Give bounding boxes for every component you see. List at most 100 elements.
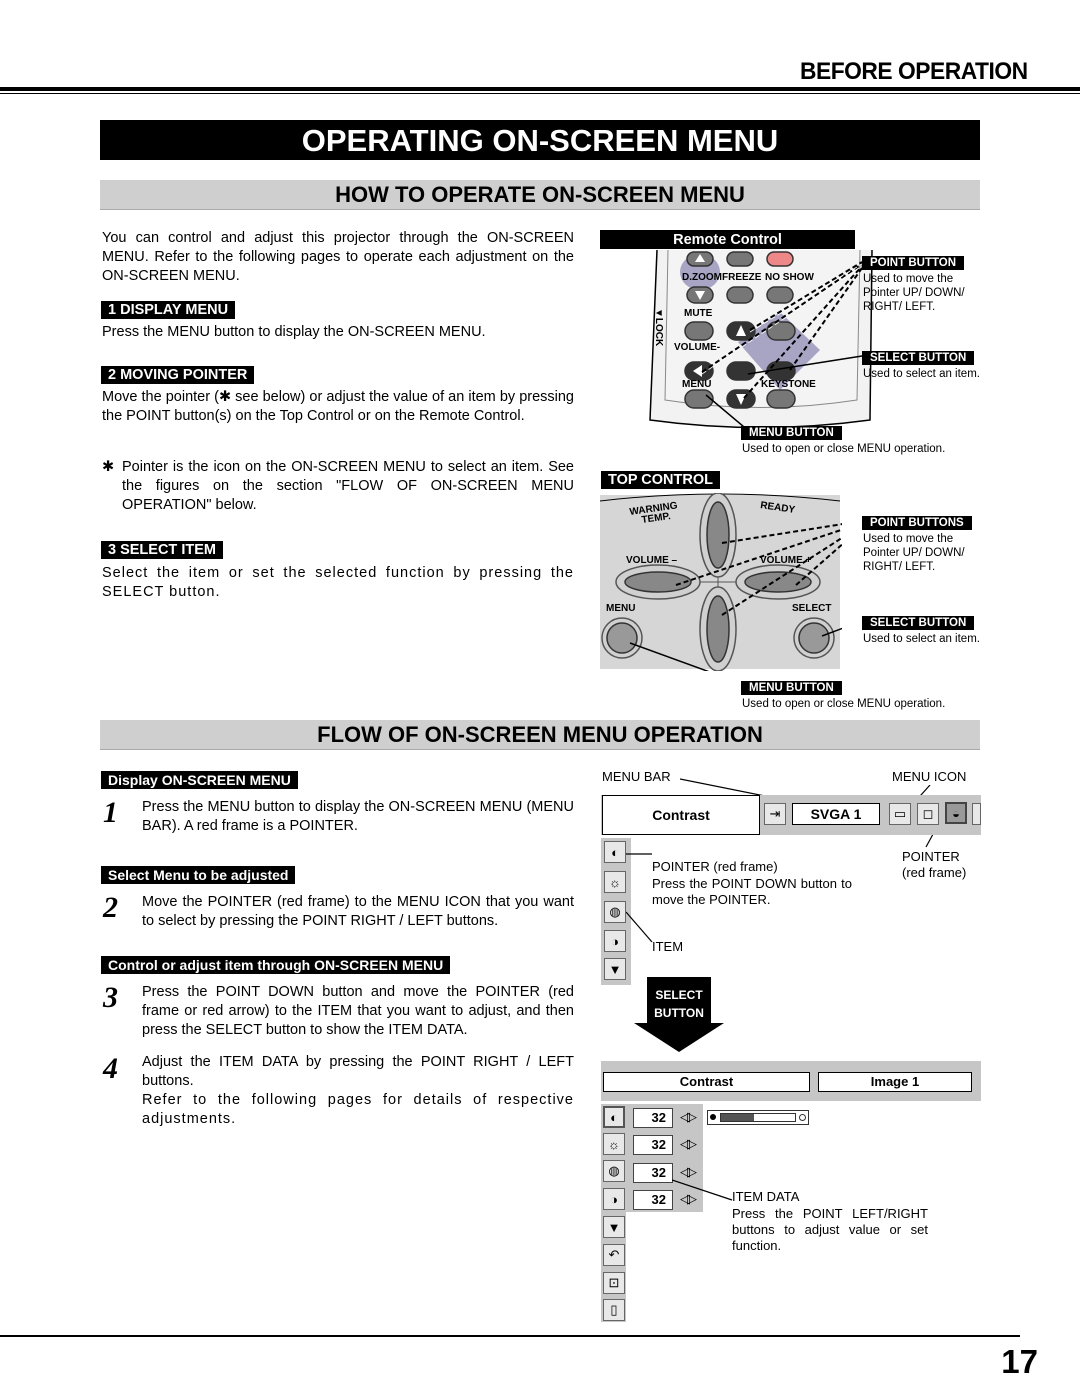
osd-item-name: Contrast xyxy=(602,795,760,835)
svg-text:FREEZE: FREEZE xyxy=(722,272,762,283)
note-text: Pointer is the icon on the ON-SCREEN MEN… xyxy=(122,459,574,513)
osd2-item-name: Contrast xyxy=(603,1072,810,1092)
adjust-arrows-icon[interactable]: ◁▷ xyxy=(680,1136,697,1152)
flow-title: FLOW OF ON-SCREEN MENU OPERATION xyxy=(100,720,980,750)
flow-tag-control-adjust: Control or adjust item through ON-SCREEN… xyxy=(101,956,451,974)
value-brightness: 32 xyxy=(633,1135,673,1155)
more-icon[interactable] xyxy=(972,803,981,825)
note-mark: ✱ xyxy=(102,459,115,475)
step-text-display-menu: Press the MENU button to display the ON-… xyxy=(102,324,486,340)
item-data-desc: Press the POINT LEFT/RIGHT buttons to ad… xyxy=(732,1206,928,1253)
osd2-mode: Image 1 xyxy=(818,1072,972,1092)
brightness-icon[interactable]: ☼ xyxy=(604,871,626,893)
tint-icon[interactable]: ◑ xyxy=(604,930,626,952)
remote-callout-menu-text: Used to open or close MENU operation. xyxy=(742,443,946,455)
svg-text:VOLUME-: VOLUME- xyxy=(674,342,720,353)
value-contrast: 32 xyxy=(633,1108,673,1128)
tint-icon-2[interactable]: ◑ xyxy=(603,1188,625,1210)
pointer-right-sub: (red frame) xyxy=(902,865,967,880)
top-control-title: TOP CONTROL xyxy=(601,471,720,489)
flow-step-num-3: 3 xyxy=(103,981,118,1014)
quit-icon[interactable]: ▯ xyxy=(603,1299,625,1321)
value-color: 32 xyxy=(633,1163,673,1183)
slider-min-dot xyxy=(710,1114,716,1120)
svg-text:MENU: MENU xyxy=(682,379,711,390)
input-icon[interactable]: ⇥ xyxy=(764,803,786,825)
top-control-figure: WARNING TEMP. READY VOLUME – VOLUME + ME… xyxy=(600,493,842,671)
select-arrow-line2: BUTTON xyxy=(654,1006,704,1020)
store-icon[interactable]: ⊡ xyxy=(603,1272,625,1294)
step-text-moving-pointer: Move the pointer (✱ see below) or adjust… xyxy=(102,389,574,424)
pointer-label: POINTER (red frame) xyxy=(652,859,778,874)
svg-text:▼LOCK: ▼LOCK xyxy=(653,308,664,347)
flow-step-text-3: Press the POINT DOWN button and move the… xyxy=(142,984,574,1038)
flow-tag-select-menu: Select Menu to be adjusted xyxy=(101,866,296,884)
remote-callout-point-text: Used to move the Pointer UP/ DOWN/ RIGHT… xyxy=(863,273,965,313)
footer-rule xyxy=(0,1335,1020,1337)
step-tag-moving-pointer: 2 MOVING POINTER xyxy=(101,366,255,384)
reset-icon[interactable]: ↶ xyxy=(603,1244,625,1266)
item-label: ITEM xyxy=(652,939,684,954)
top-callout-select-tag: SELECT BUTTON xyxy=(862,616,975,630)
top-callout-point-text: Used to move the Pointer UP/ DOWN/ RIGHT… xyxy=(863,533,965,573)
page-number: 17 xyxy=(1001,1343,1038,1380)
flow-step-num-2: 2 xyxy=(103,891,118,924)
scroll-down-icon[interactable]: ▼ xyxy=(604,958,626,980)
image-adjust-icon-pointer[interactable]: ◒ xyxy=(945,802,967,824)
flow-step-text-4b: Refer to the following pages for details… xyxy=(142,1092,574,1127)
flow-step-text-2: Move the POINTER (red frame) to the MENU… xyxy=(142,894,574,929)
pointer-desc: Press the POINT DOWN button to move the … xyxy=(652,876,852,907)
remote-callout-select-tag: SELECT BUTTON xyxy=(862,351,975,365)
slider-max-dot xyxy=(799,1114,806,1121)
svg-text:SELECT: SELECT xyxy=(792,603,831,614)
section-header: BEFORE OPERATION xyxy=(800,58,1028,85)
item-data-label: ITEM DATA xyxy=(732,1189,800,1204)
flow-step-text-1: Press the MENU button to display the ON-… xyxy=(142,799,574,834)
contrast-icon[interactable]: ◐ xyxy=(604,841,626,863)
color-icon[interactable]: ◍ xyxy=(604,901,626,923)
btn-label-dzoom: D.ZOOM xyxy=(682,272,722,283)
pc-adjust-icon[interactable]: ▭ xyxy=(889,803,911,825)
osd-source: SVGA 1 xyxy=(792,803,880,825)
select-arrow-text: SELECT BUTTON xyxy=(632,986,726,1022)
slider-track xyxy=(720,1113,796,1122)
svg-text:MENU: MENU xyxy=(606,603,635,614)
page-title: OPERATING ON-SCREEN MENU xyxy=(100,120,980,160)
select-arrow-line1: SELECT xyxy=(655,988,703,1002)
header-rule xyxy=(0,87,1080,91)
top-callout-select-text: Used to select an item. xyxy=(863,633,980,645)
level-slider[interactable] xyxy=(707,1110,809,1125)
flow-step-num-4: 4 xyxy=(103,1052,118,1085)
top-callout-menu-text: Used to open or close MENU operation. xyxy=(742,698,946,710)
top-callout-menu-tag: MENU BUTTON xyxy=(741,681,842,695)
brightness-icon-2[interactable]: ☼ xyxy=(603,1133,625,1155)
intro-text: You can control and adjust this projecto… xyxy=(102,230,574,284)
screen-icon[interactable]: ◻ xyxy=(917,803,939,825)
flow-step-num-1: 1 xyxy=(103,796,118,829)
remote-callout-select-text: Used to select an item. xyxy=(863,368,980,380)
adjust-arrows-icon[interactable]: ◁▷ xyxy=(680,1109,697,1125)
svg-text:VOLUME –: VOLUME – xyxy=(626,555,678,566)
remote-callout-point-tag: POINT BUTTON xyxy=(862,256,965,270)
step-tag-display-menu: 1 DISPLAY MENU xyxy=(101,301,236,319)
step-text-select-item: Select the item or set the selected func… xyxy=(102,565,574,600)
contrast-icon-2[interactable]: ◐ xyxy=(603,1106,625,1128)
scroll-down-icon-2[interactable]: ▼ xyxy=(603,1216,625,1238)
remote-control-title: Remote Control xyxy=(600,230,855,249)
flow-step-text-4: Adjust the ITEM DATA by pressing the POI… xyxy=(142,1054,574,1089)
svg-text:MUTE: MUTE xyxy=(684,308,713,319)
svg-text:VOLUME +: VOLUME + xyxy=(760,555,812,566)
svg-text:NO SHOW: NO SHOW xyxy=(765,272,814,283)
value-tint: 32 xyxy=(633,1190,673,1210)
slider-fill xyxy=(721,1114,755,1121)
top-callout-point-tag: POINT BUTTONS xyxy=(862,516,972,530)
remote-callout-menu-tag: MENU BUTTON xyxy=(741,426,842,440)
menu-bar-label: MENU BAR xyxy=(602,769,671,784)
color-icon-2[interactable]: ◍ xyxy=(603,1160,625,1182)
how-to-title: HOW TO OPERATE ON-SCREEN MENU xyxy=(100,180,980,210)
svg-text:KEYSTONE: KEYSTONE xyxy=(761,379,816,390)
pointer-right-label: POINTER xyxy=(902,849,960,864)
flow-tag-display: Display ON-SCREEN MENU xyxy=(101,771,298,789)
step-tag-select-item: 3 SELECT ITEM xyxy=(101,541,223,559)
menu-icon-label: MENU ICON xyxy=(892,769,967,784)
